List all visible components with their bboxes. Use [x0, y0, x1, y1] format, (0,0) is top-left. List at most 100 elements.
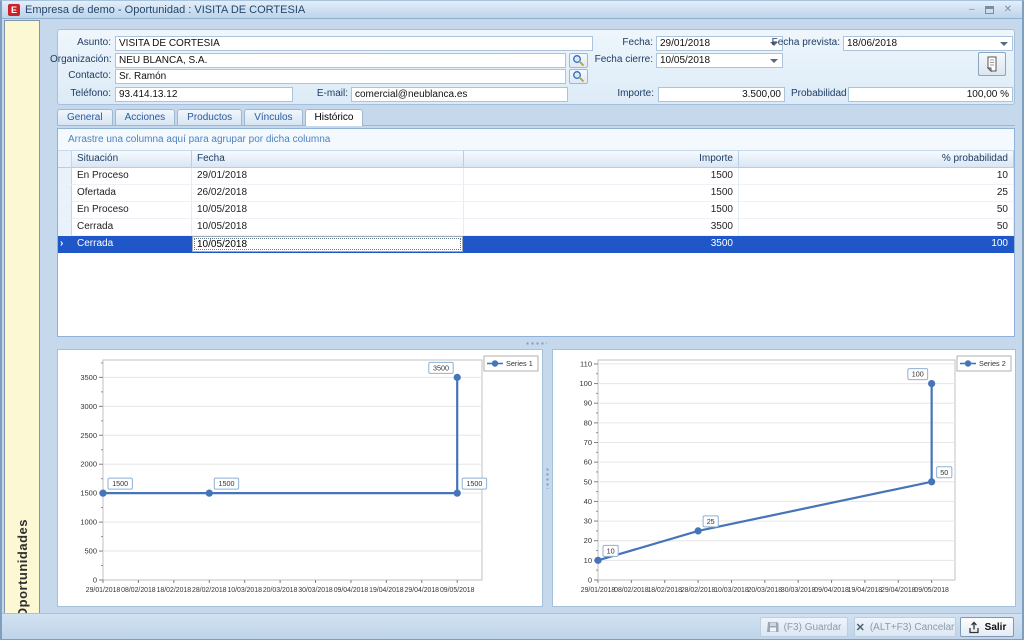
- sidebar-oportunidades[interactable]: Oportunidades: [4, 20, 40, 629]
- cell-fecha[interactable]: 10/05/2018: [192, 202, 464, 219]
- cell-importe[interactable]: 3500: [464, 236, 739, 253]
- cancel-x-icon: ✕: [856, 621, 865, 634]
- fecha-prevista-label: Fecha prevista:: [770, 36, 840, 50]
- svg-text:09/04/2018: 09/04/2018: [814, 587, 849, 594]
- fecha-prevista-field[interactable]: 18/06/2018: [843, 36, 1013, 51]
- svg-text:30: 30: [584, 517, 592, 526]
- cell-probabilidad[interactable]: 25: [739, 185, 1014, 202]
- svg-text:3500: 3500: [433, 363, 449, 372]
- svg-text:09/04/2018: 09/04/2018: [334, 587, 369, 594]
- table-row[interactable]: › Cerrada 10/05/2018 3500 100: [58, 236, 1014, 253]
- importe-field[interactable]: 3.500,00: [658, 87, 785, 102]
- fecha-field[interactable]: 29/01/2018: [656, 36, 783, 51]
- minimize-button[interactable]: –: [969, 5, 975, 15]
- cell-importe[interactable]: 1500: [464, 202, 739, 219]
- contacto-label: Contacto:: [62, 69, 111, 83]
- svg-text:29/01/2018: 29/01/2018: [581, 587, 616, 594]
- cell-fecha[interactable]: 10/05/2018: [192, 219, 464, 236]
- cell-importe[interactable]: 1500: [464, 168, 739, 185]
- save-icon: [767, 621, 779, 633]
- email-field[interactable]: comercial@neublanca.es: [351, 87, 568, 102]
- app-window: E Empresa de demo - Oportunidad : VISITA…: [0, 0, 1024, 640]
- svg-text:30/03/2018: 30/03/2018: [781, 587, 816, 594]
- probabilidad-label: Probabilidad: [791, 87, 845, 101]
- table-row[interactable]: Ofertada 26/02/2018 1500 25: [58, 185, 1014, 202]
- svg-text:Series 1: Series 1: [506, 359, 533, 368]
- cell-probabilidad[interactable]: 50: [739, 219, 1014, 236]
- cell-situacion[interactable]: Ofertada: [72, 185, 192, 202]
- column-header-probabilidad[interactable]: % probabilidad: [739, 151, 1014, 168]
- grid-body: En Proceso 29/01/2018 1500 10 Ofertada 2…: [58, 168, 1014, 253]
- probabilidad-field[interactable]: 100,00 %: [848, 87, 1013, 102]
- cell-importe[interactable]: 1500: [464, 185, 739, 202]
- horizontal-splitter[interactable]: [57, 338, 1015, 348]
- svg-text:100: 100: [912, 370, 924, 379]
- splitter-grip-icon: [546, 467, 549, 489]
- table-row[interactable]: Cerrada 10/05/2018 3500 50: [58, 219, 1014, 236]
- svg-text:10/03/2018: 10/03/2018: [714, 587, 749, 594]
- cell-probabilidad[interactable]: 50: [739, 202, 1014, 219]
- cell-fecha[interactable]: 29/01/2018: [192, 168, 464, 185]
- svg-text:2000: 2000: [80, 460, 97, 469]
- contacto-field[interactable]: Sr. Ramón: [115, 69, 566, 84]
- asunto-label: Asunto:: [62, 36, 111, 50]
- maximize-button[interactable]: [985, 6, 994, 14]
- svg-text:29/04/2018: 29/04/2018: [881, 587, 916, 594]
- organizacion-label: Organización:: [50, 53, 111, 67]
- probabilidad-line-chart: 010203040506070809010011029/01/201808/02…: [553, 350, 1015, 606]
- svg-text:1500: 1500: [80, 489, 97, 498]
- contacto-search-button[interactable]: [569, 69, 588, 84]
- report-button[interactable]: [978, 52, 1006, 76]
- tab-acciones[interactable]: Acciones: [115, 109, 176, 125]
- organizacion-field[interactable]: NEU BLANCA, S.A.: [115, 53, 566, 68]
- svg-text:20: 20: [584, 536, 592, 545]
- tab-general[interactable]: General: [57, 109, 113, 125]
- cell-situacion[interactable]: Cerrada: [72, 219, 192, 236]
- table-row[interactable]: En Proceso 10/05/2018 1500 50: [58, 202, 1014, 219]
- window-title: Empresa de demo - Oportunidad : VISITA D…: [25, 4, 964, 16]
- tab-strip: GeneralAccionesProductosVínculosHistóric…: [57, 109, 1015, 126]
- cell-situacion[interactable]: En Proceso: [72, 168, 192, 185]
- svg-text:30/03/2018: 30/03/2018: [298, 587, 333, 594]
- table-row[interactable]: En Proceso 29/01/2018 1500 10: [58, 168, 1014, 185]
- row-indicator: [58, 202, 72, 219]
- cell-probabilidad[interactable]: 100: [739, 236, 1014, 253]
- fecha-cierre-label: Fecha cierre:: [588, 53, 653, 67]
- svg-text:20/03/2018: 20/03/2018: [263, 587, 298, 594]
- grid-header-row: Situación Fecha Importe % probabilidad: [58, 151, 1014, 168]
- cell-fecha[interactable]: 26/02/2018: [192, 185, 464, 202]
- cell-probabilidad[interactable]: 10: [739, 168, 1014, 185]
- cell-fecha[interactable]: 10/05/2018: [192, 236, 464, 253]
- guardar-button[interactable]: (F3) Guardar: [760, 617, 848, 637]
- cell-situacion[interactable]: Cerrada: [72, 236, 192, 253]
- tab-histórico[interactable]: Histórico: [305, 109, 364, 126]
- svg-text:110: 110: [580, 359, 592, 368]
- fecha-cierre-field[interactable]: 10/05/2018: [656, 53, 783, 68]
- telefono-field[interactable]: 93.414.13.12: [115, 87, 293, 102]
- app-icon: E: [8, 4, 20, 16]
- salir-button[interactable]: Salir: [960, 617, 1014, 637]
- guardar-label: (F3) Guardar: [784, 622, 842, 633]
- vertical-splitter[interactable]: [543, 349, 552, 607]
- svg-text:09/05/2018: 09/05/2018: [440, 587, 475, 594]
- svg-text:40: 40: [584, 497, 592, 506]
- cell-importe[interactable]: 3500: [464, 219, 739, 236]
- row-indicator: ›: [58, 236, 72, 253]
- tab-vínculos[interactable]: Vínculos: [244, 109, 302, 125]
- group-by-hint[interactable]: Arrastre una columna aquí para agrupar p…: [58, 129, 1014, 151]
- grid-corner-cell: [58, 151, 72, 168]
- asunto-field[interactable]: VISITA DE CORTESIA: [115, 36, 593, 51]
- search-icon: [572, 54, 585, 67]
- column-header-situacion[interactable]: Situación: [72, 151, 192, 168]
- svg-text:500: 500: [84, 547, 97, 556]
- column-header-importe[interactable]: Importe: [464, 151, 739, 168]
- splitter-grip-icon: [525, 342, 547, 345]
- svg-text:Series 2: Series 2: [979, 359, 1006, 368]
- cell-situacion[interactable]: En Proceso: [72, 202, 192, 219]
- close-button[interactable]: ✕: [1004, 5, 1012, 15]
- cancelar-button[interactable]: ✕ (ALT+F3) Cancelar: [854, 617, 956, 637]
- column-header-fecha[interactable]: Fecha: [192, 151, 464, 168]
- organizacion-search-button[interactable]: [569, 53, 588, 68]
- email-label: E-mail:: [298, 87, 348, 101]
- tab-productos[interactable]: Productos: [177, 109, 242, 125]
